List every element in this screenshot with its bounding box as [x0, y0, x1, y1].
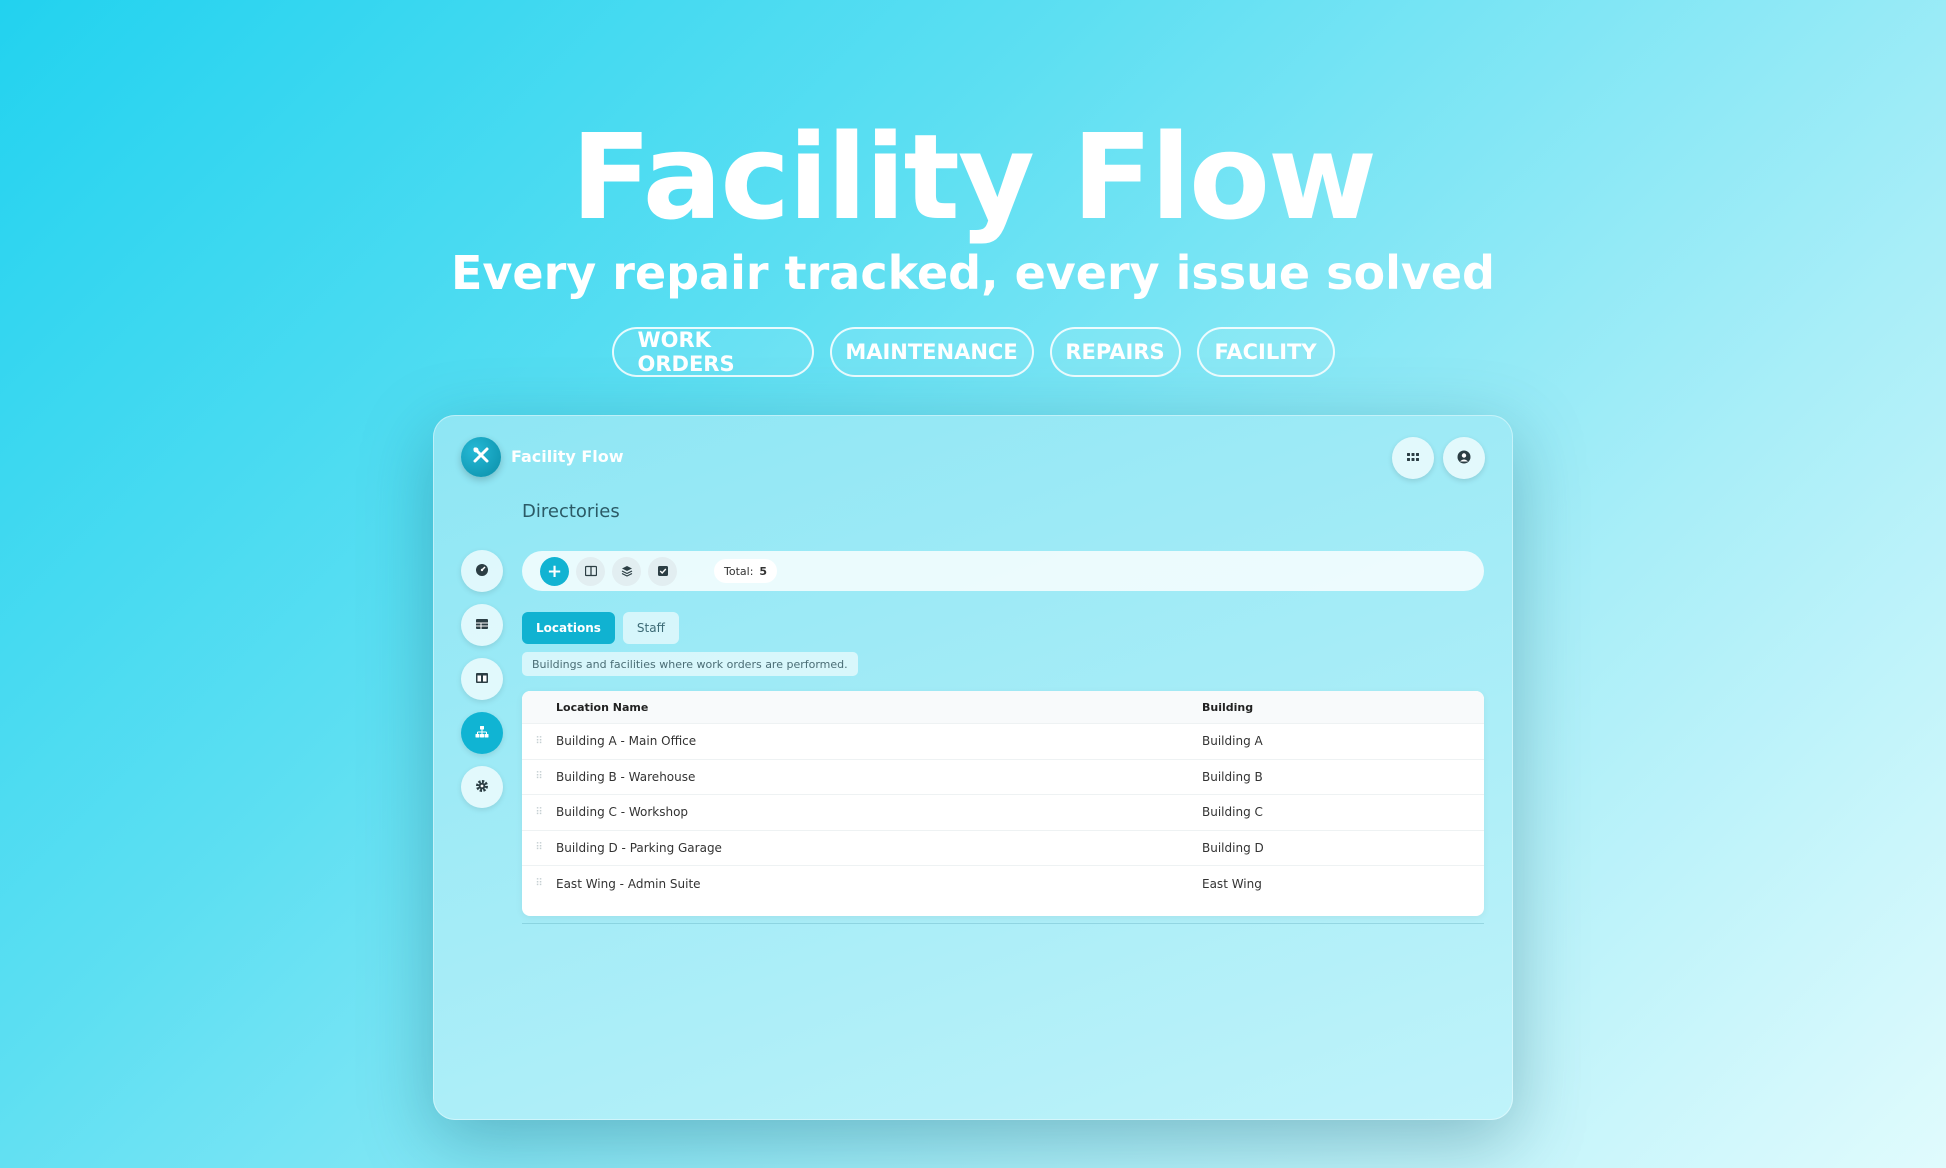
total-label: Total:	[724, 564, 754, 578]
table-row[interactable]: ⠿ Building B - Warehouse Building B	[522, 760, 1484, 795]
table-row[interactable]: ⠿ Building C - Workshop Building C	[522, 795, 1484, 831]
columns-icon	[475, 670, 489, 689]
dashboard-icon	[475, 562, 489, 581]
toolbar: + Total: 5	[522, 551, 1484, 591]
page-title: Directories	[522, 501, 620, 522]
columns-icon	[584, 562, 597, 581]
drag-handle-icon[interactable]: ⠿	[522, 842, 556, 853]
cell-building: Building D	[1202, 840, 1264, 855]
tag-repairs: REPAIRS	[1049, 327, 1181, 377]
sidebar-item-directories[interactable]	[461, 712, 503, 754]
tag-facility: FACILITY	[1196, 327, 1335, 377]
cell-location-name: Building D - Parking Garage	[556, 840, 722, 855]
tag-work-orders: WORK ORDERS	[611, 327, 814, 377]
drag-handle-icon[interactable]: ⠿	[522, 878, 556, 889]
cell-location-name: Building A - Main Office	[556, 734, 697, 749]
total-count-badge: Total: 5	[714, 559, 778, 583]
table-row[interactable]: ⠿ Building D - Parking Garage Building D	[522, 831, 1484, 866]
app-window: Facility Flow Directories + Total: 5 Loc…	[433, 415, 1513, 1120]
hero-title: Facility Flow	[570, 108, 1377, 246]
user-account-button[interactable]	[1443, 437, 1485, 479]
table-icon	[475, 616, 489, 635]
column-header-location-name[interactable]: Location Name	[556, 701, 1202, 714]
layers-button[interactable]	[612, 556, 641, 586]
tab-locations[interactable]: Locations	[522, 612, 615, 644]
app-logo[interactable]	[461, 437, 501, 477]
gear-icon	[475, 778, 489, 797]
column-view-button[interactable]	[576, 556, 605, 586]
sidebar-item-dashboard[interactable]	[461, 550, 503, 592]
sidebar-item-table[interactable]	[461, 604, 503, 646]
add-button[interactable]: +	[540, 556, 569, 586]
sitemap-icon	[475, 724, 489, 743]
cell-building: Building C	[1202, 805, 1263, 820]
hero-subtitle: Every repair tracked, every issue solved	[451, 246, 1495, 300]
tab-description: Buildings and facilities where work orde…	[522, 652, 858, 676]
drag-handle-icon[interactable]: ⠿	[522, 807, 556, 818]
sidebar-item-settings[interactable]	[461, 766, 503, 808]
table-header: Location Name Building	[522, 691, 1484, 724]
cell-location-name: Building C - Workshop	[556, 805, 689, 820]
drag-handle-icon[interactable]: ⠿	[522, 771, 556, 782]
apps-grid-button[interactable]	[1392, 437, 1434, 479]
select-button[interactable]	[648, 556, 677, 586]
locations-table: Location Name Building ⠿ Building A - Ma…	[522, 691, 1484, 916]
sidebar-item-columns[interactable]	[461, 658, 503, 700]
hero-tags: WORK ORDERS MAINTENANCE REPAIRS FACILITY	[0, 327, 1946, 377]
cell-location-name: East Wing - Admin Suite	[556, 876, 701, 891]
layers-icon	[621, 562, 633, 581]
drag-handle-icon[interactable]: ⠿	[522, 736, 556, 747]
checkbox-icon	[657, 562, 669, 581]
section-divider	[522, 923, 1484, 924]
tools-icon	[471, 445, 491, 469]
sidebar-nav	[461, 550, 503, 820]
cell-location-name: Building B - Warehouse	[556, 769, 696, 784]
table-row[interactable]: ⠿ East Wing - Admin Suite East Wing	[522, 866, 1484, 902]
cell-building: Building B	[1202, 769, 1263, 784]
table-row[interactable]: ⠿ Building A - Main Office Building A	[522, 724, 1484, 760]
tag-maintenance: MAINTENANCE	[829, 327, 1034, 377]
directory-tabs: Locations Staff	[522, 612, 679, 644]
column-header-building[interactable]: Building	[1202, 701, 1484, 714]
tab-staff[interactable]: Staff	[622, 612, 679, 644]
grid-icon	[1406, 449, 1420, 468]
cell-building: Building A	[1202, 734, 1263, 749]
user-circle-icon	[1457, 449, 1471, 468]
cell-building: East Wing	[1202, 876, 1262, 891]
total-value: 5	[759, 564, 768, 578]
app-name: Facility Flow	[511, 447, 624, 466]
